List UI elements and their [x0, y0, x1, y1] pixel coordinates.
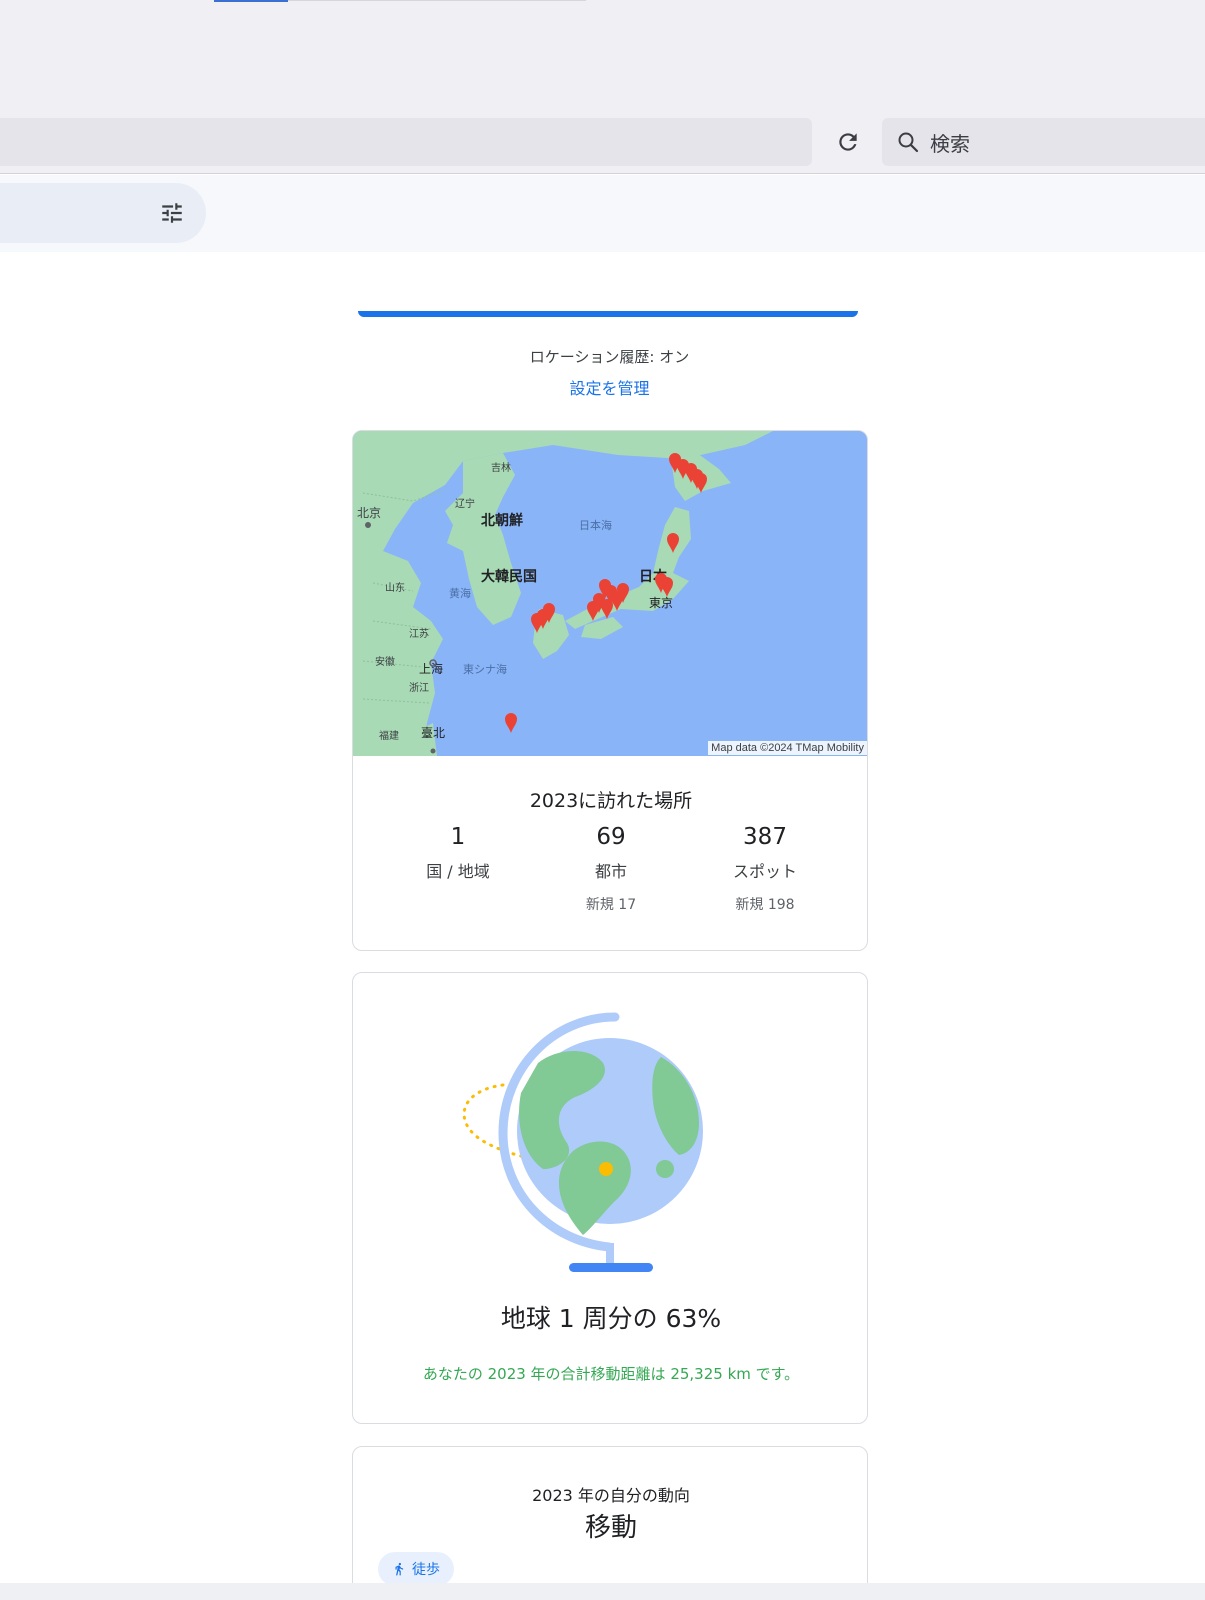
stat-countries: 1 国 / 地域: [383, 824, 533, 882]
map-attribution: Map data ©2024 TMap Mobility: [708, 741, 867, 755]
stat-countries-value: 1: [450, 824, 466, 850]
globe-base: [569, 1263, 653, 1272]
app-header: [0, 175, 1205, 252]
map-label-jiangsu: 江苏: [409, 627, 429, 640]
earth-distance-card: 地球 1 周分の 63% あなたの 2023 年の合計移動距離は 25,325 …: [352, 972, 868, 1424]
walking-chip-label: 徒歩: [412, 1562, 440, 1578]
visited-map[interactable]: 吉林 北京 辽宁 北朝鮮 日本海 大韓民国 山东 黄海 日本 東京 江苏 安徽 …: [353, 431, 867, 756]
reload-icon: [839, 133, 857, 151]
stat-spots: 387 スポット 新規 198: [690, 824, 840, 914]
map-label-anhui: 安徽: [375, 655, 395, 668]
map-label-shandong: 山东: [385, 581, 405, 594]
map-label-south-korea: 大韓民国: [481, 568, 537, 584]
walking-icon: [395, 1562, 404, 1576]
map-label-north-korea: 北朝鮮: [481, 512, 523, 528]
filter-button[interactable]: [150, 197, 194, 229]
address-bar[interactable]: [0, 118, 812, 166]
trend-title: 移動: [584, 1513, 637, 1543]
browser-tabstrip: [0, 0, 1205, 110]
map-label-taipei: 臺北: [421, 725, 445, 740]
earth-percentage-title: 地球 1 周分の 63%: [500, 1304, 722, 1333]
stat-cities-new: 新規 17: [585, 897, 637, 913]
globe-illustration: [462, 1012, 703, 1272]
map-label-liaoning: 辽宁: [455, 497, 475, 510]
browser-toolbar: 検索: [0, 110, 1205, 174]
stat-cities: 69 都市 新規 17: [536, 824, 686, 914]
location-history-status: ロケーション履歴: オン: [529, 348, 690, 366]
stat-spots-new: 新規 198: [735, 897, 795, 913]
walking-chip[interactable]: 徒歩: [378, 1552, 454, 1586]
map-label-yellow-sea: 黄海: [449, 586, 471, 600]
stat-countries-label: 国 / 地域: [426, 862, 490, 881]
map-graphic: 吉林 北京 辽宁 北朝鮮 日本海 大韓民国 山东 黄海 日本 東京 江苏 安徽 …: [353, 431, 867, 756]
movement-trend-card: 2023 年の自分の動向 移動 徒歩: [352, 1446, 868, 1600]
map-label-beijing: 北京: [357, 506, 381, 520]
tab-divider: [288, 0, 586, 1]
map-label-zhejiang: 浙江: [409, 682, 429, 694]
map-label-east-china-sea: 東シナ海: [463, 662, 507, 676]
map-label-fujian: 福建: [379, 729, 399, 742]
stat-cities-value: 69: [596, 824, 626, 850]
tune-icon: [162, 203, 182, 223]
map-label-shanghai: 上海: [419, 661, 443, 676]
active-tab-indicator[interactable]: [214, 0, 288, 2]
stat-spots-label: スポット: [732, 862, 797, 881]
visited-places-title: 2023に訪れた場所: [529, 790, 693, 812]
search-placeholder: 検索: [930, 131, 970, 156]
stat-cities-label: 都市: [594, 862, 627, 881]
trend-subtitle: 2023 年の自分の動向: [532, 1486, 690, 1505]
progress-bar-top: [358, 311, 858, 317]
map-label-tokyo: 東京: [649, 596, 673, 610]
reload-button[interactable]: [828, 122, 868, 162]
current-position-marker: [599, 1162, 613, 1176]
stat-spots-value: 387: [743, 824, 787, 850]
bottom-strip: [0, 1583, 1205, 1600]
manage-settings-link[interactable]: 設定を管理: [0, 375, 1205, 399]
map-label-sea-of-japan: 日本海: [579, 518, 612, 532]
app-search-bar[interactable]: [0, 183, 206, 243]
total-distance-text: あなたの 2023 年の合計移動距離は 25,325 km です。: [422, 1365, 800, 1383]
map-label-jilin: 吉林: [491, 461, 511, 474]
browser-search-box[interactable]: 検索: [882, 118, 1205, 166]
visited-places-card: 吉林 北京 辽宁 北朝鮮 日本海 大韓民国 山东 黄海 日本 東京 江苏 安徽 …: [352, 430, 868, 951]
search-icon: [898, 132, 919, 153]
